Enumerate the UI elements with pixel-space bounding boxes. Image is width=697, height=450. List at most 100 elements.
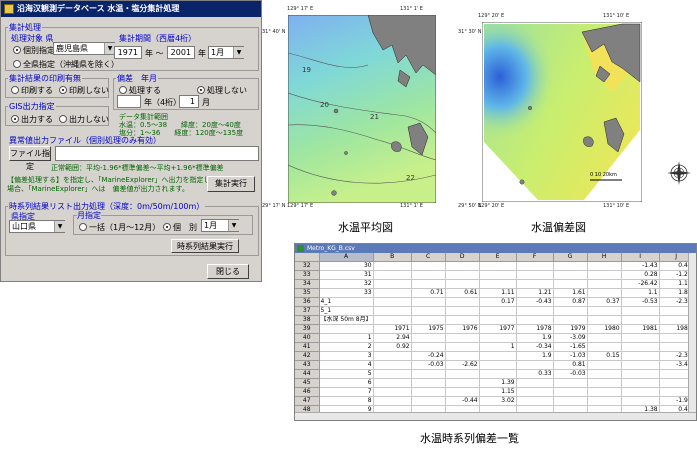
table-cell[interactable]: 2.94 [373,333,412,343]
table-cell[interactable] [373,396,412,406]
row-header[interactable]: 33 [295,270,320,280]
table-cell[interactable] [411,333,446,343]
table-cell[interactable] [587,306,622,316]
table-cell[interactable]: 1975 [411,324,446,334]
table-cell[interactable]: 0.87 [553,297,588,307]
table-cell[interactable] [411,387,446,397]
table-cell[interactable]: 1.61 [553,288,588,298]
table-cell[interactable] [411,396,446,406]
table-cell[interactable] [373,369,412,379]
table-cell[interactable]: -3.09 [553,333,588,343]
table-cell[interactable]: -0.03 [553,369,588,379]
row-header[interactable]: 32 [295,261,320,271]
abnormal-file-path-input[interactable] [55,146,259,161]
column-header[interactable]: C [411,253,446,262]
table-cell[interactable]: 8 [319,396,374,406]
row-header[interactable]: 46 [295,387,320,397]
table-cell[interactable] [553,279,588,289]
month-select[interactable]: 1月 ▼ [208,46,244,59]
table-cell[interactable]: 1980 [587,324,622,334]
radio-all-prefs[interactable]: 全県指定（沖縄県を除く） [13,59,119,70]
table-cell[interactable]: 0.71 [411,288,446,298]
table-cell[interactable] [479,261,517,271]
table-cell[interactable]: 1977 [479,324,517,334]
table-cell[interactable] [373,315,412,325]
table-cell[interactable]: -0.44 [445,396,480,406]
table-cell[interactable]: 1 [479,342,517,352]
row-header[interactable]: 39 [295,324,320,334]
table-cell[interactable]: -0.53 [621,297,660,307]
table-cell[interactable] [373,261,412,271]
table-cell[interactable] [587,333,622,343]
table-cell[interactable]: 30 [319,261,374,271]
table-cell[interactable] [516,306,554,316]
table-cell[interactable] [479,315,517,325]
table-cell[interactable] [587,378,622,388]
table-cell[interactable] [479,360,517,370]
table-cell[interactable]: 1978 [516,324,554,334]
table-cell[interactable]: 1.21 [516,288,554,298]
year-to-input[interactable]: 2001 [167,46,195,59]
table-cell[interactable] [411,342,446,352]
table-cell[interactable] [587,396,622,406]
table-cell[interactable] [411,306,446,316]
table-cell[interactable] [587,279,622,289]
table-cell[interactable] [587,360,622,370]
table-cell[interactable] [411,297,446,307]
table-cell[interactable]: 【水深 50m 8月】 [319,315,374,325]
table-cell[interactable] [553,315,588,325]
spreadsheet-grid[interactable]: A B C D E F G H I J 32 30 -1.43 0.47 33 31 0.28 -1.22 34 32… [295,253,694,420]
row-header[interactable]: 38 [295,315,320,325]
row-header[interactable]: 35 [295,288,320,298]
table-cell[interactable] [621,387,660,397]
table-cell[interactable] [445,297,480,307]
table-cell[interactable] [479,270,517,280]
table-cell[interactable] [445,270,480,280]
table-cell[interactable] [445,261,480,271]
radio-dev-no[interactable]: 処理しない [197,85,247,96]
table-cell[interactable]: -1.43 [621,261,660,271]
table-cell[interactable]: 4 [319,360,374,370]
table-cell[interactable] [479,369,517,379]
close-button[interactable]: 閉じる [207,264,249,279]
table-cell[interactable] [516,279,554,289]
table-cell[interactable] [445,369,480,379]
table-cell[interactable]: 3 [319,351,374,361]
table-cell[interactable]: -0.03 [411,360,446,370]
table-cell[interactable] [587,342,622,352]
table-cell[interactable]: 0.81 [553,360,588,370]
run-timeseries-button[interactable]: 時系列結果実行 [171,239,239,253]
table-cell[interactable] [373,378,412,388]
table-cell[interactable]: 6 [319,378,374,388]
table-cell[interactable]: 3.02 [479,396,517,406]
table-cell[interactable]: 1981 [621,324,660,334]
table-cell[interactable]: 2 [319,342,374,352]
row-header[interactable]: 40 [295,333,320,343]
table-cell[interactable] [411,315,446,325]
table-cell[interactable] [445,351,480,361]
table-cell[interactable] [411,261,446,271]
table-cell[interactable] [479,351,517,361]
table-cell[interactable] [516,387,554,397]
table-cell[interactable] [411,279,446,289]
column-header[interactable]: I [621,253,660,262]
row-header[interactable]: 41 [295,342,320,352]
table-cell[interactable]: 33 [319,288,374,298]
table-cell[interactable] [621,396,660,406]
pref-select[interactable]: 鹿児島県 ▼ [53,42,115,55]
table-cell[interactable]: 5_1 [319,306,374,316]
horizontal-scrollbar[interactable] [295,412,696,420]
radio-gis-no[interactable]: 出力しない [59,114,109,125]
table-cell[interactable] [373,288,412,298]
row-header[interactable]: 44 [295,369,320,379]
table-cell[interactable] [373,360,412,370]
file-select-button[interactable]: ファイル指定 [9,146,51,171]
table-cell[interactable]: 0.33 [516,369,554,379]
table-cell[interactable]: 1971 [373,324,412,334]
table-cell[interactable] [516,378,554,388]
table-cell[interactable] [587,315,622,325]
table-cell[interactable] [587,369,622,379]
table-cell[interactable]: -1.65 [553,342,588,352]
table-cell[interactable] [479,306,517,316]
table-cell[interactable] [621,369,660,379]
